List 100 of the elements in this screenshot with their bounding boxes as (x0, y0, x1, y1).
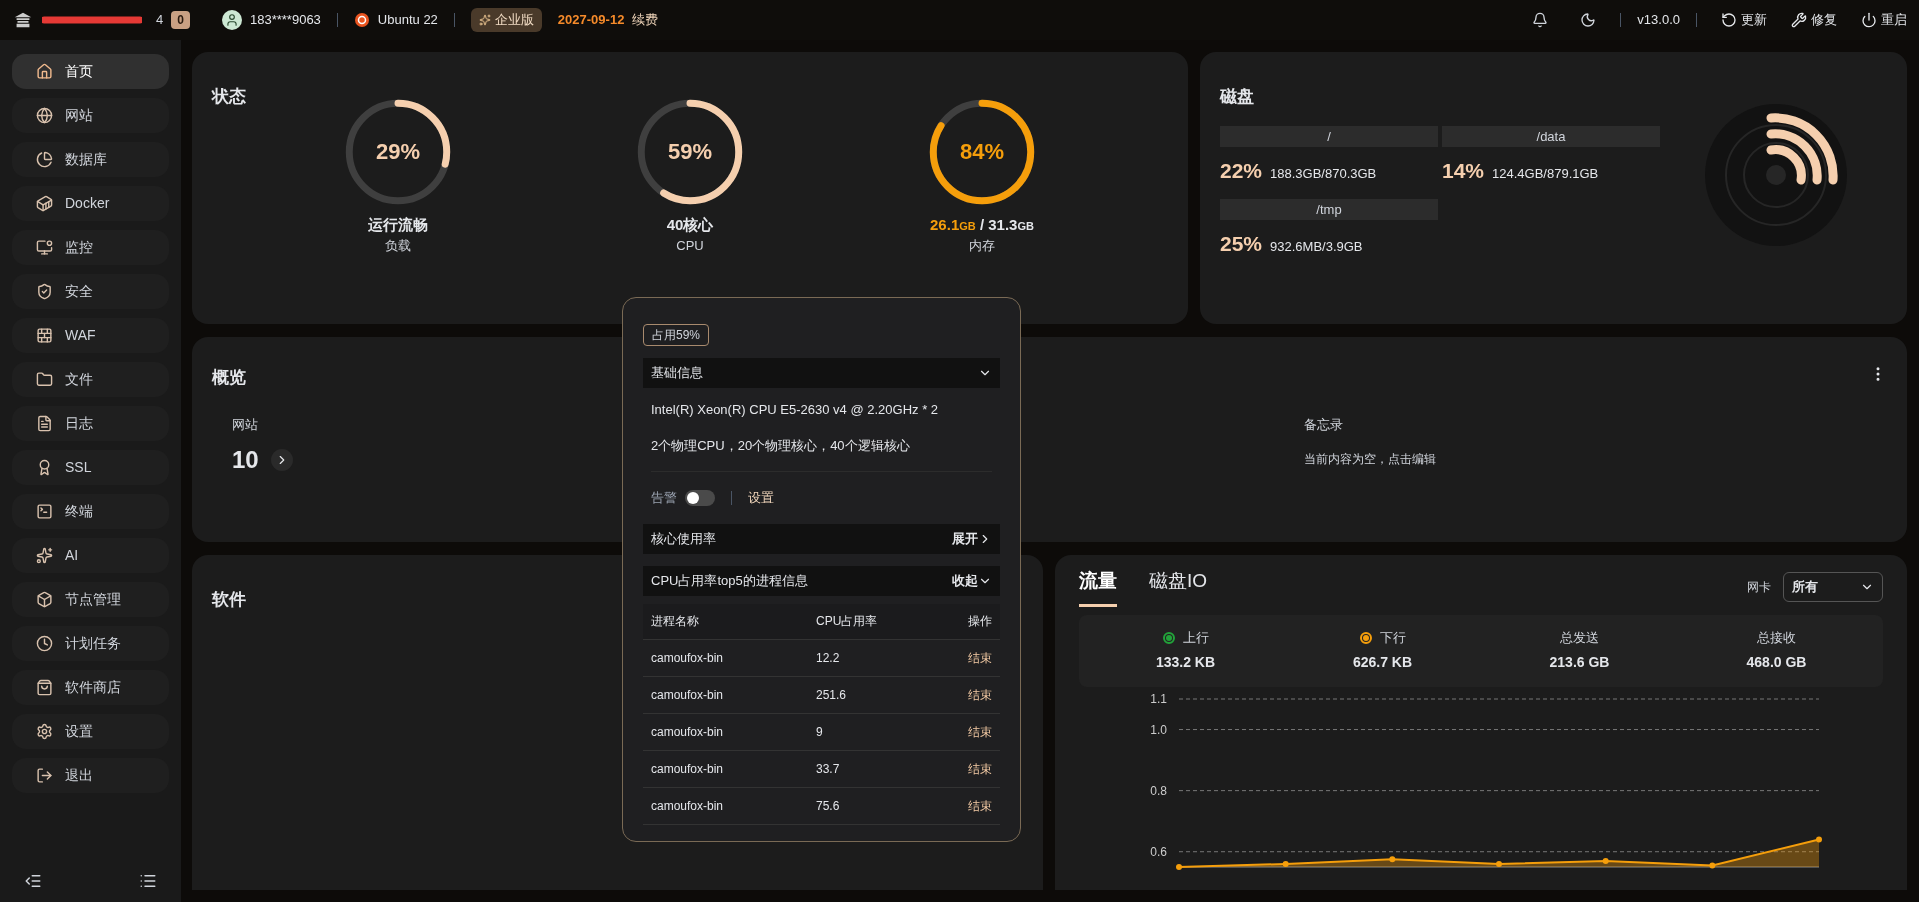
sidebar-item[interactable]: 数据库 (12, 142, 169, 177)
cpu-cores: 2个物理CPU，20个物理核心，40个逻辑核心 (650, 436, 911, 455)
terminal-icon (36, 503, 53, 520)
clock-icon (36, 635, 53, 652)
point (1709, 861, 1716, 868)
chevron-right-icon[interactable] (270, 449, 293, 471)
process-name: camoufox-bin (651, 649, 725, 667)
disk-usage: 932.6MB/3.9GB (1270, 238, 1363, 256)
section-header[interactable]: CPU占用率top5的进程信息 收起 (643, 565, 1000, 596)
power-icon (1861, 12, 1877, 28)
card-title: 磁盘 (1220, 86, 1255, 108)
section-header[interactable]: 基础信息 (643, 358, 1000, 388)
y-tick-label: 1.1 (1150, 691, 1167, 706)
sidebar-item[interactable]: 软件商店 (12, 670, 169, 705)
point (1496, 860, 1502, 867)
cpu-usage: 75.6 (816, 797, 841, 815)
os-logo-icon (353, 12, 370, 28)
mount-path: /data (1442, 125, 1660, 147)
section-header[interactable]: 核心使用率 展开 (643, 523, 1000, 554)
refresh-icon (1721, 12, 1737, 28)
stat-value: 213.6 GB (1549, 652, 1610, 672)
sidebar-item[interactable]: 设置 (12, 714, 169, 749)
end-process-link[interactable]: 结束 (932, 796, 992, 815)
sparkles-icon (36, 547, 53, 564)
disk-usage: 124.4GB/879.1GB (1492, 165, 1599, 183)
collapse-toggle[interactable]: 收起 (952, 570, 992, 591)
header-action-button[interactable]: 重启 (1861, 10, 1907, 30)
end-process-link[interactable]: 结束 (932, 722, 992, 741)
card-title: 状态 (212, 86, 247, 108)
gauge-value: 29% (375, 138, 420, 166)
expand-toggle[interactable]: 展开 (952, 528, 992, 549)
box-icon (36, 591, 53, 608)
end-process-link[interactable]: 结束 (932, 648, 992, 667)
mount-path: / (1220, 125, 1438, 147)
end-process-link[interactable]: 结束 (932, 759, 992, 778)
memo-text[interactable]: 当前内容为空，点击编辑 (1304, 450, 1436, 468)
sidebar-item[interactable]: 终端 (12, 494, 169, 529)
sidebar-item[interactable]: 监控 (12, 230, 169, 265)
sidebar-item[interactable]: 文件 (12, 362, 169, 397)
sidebar-item[interactable]: 网站 (12, 98, 169, 133)
container-icon (36, 195, 53, 212)
y-tick-label: 0.8 (1150, 783, 1167, 798)
process-name: camoufox-bin (651, 686, 725, 704)
renew-link[interactable]: 续费 (632, 10, 659, 30)
column-header: 操作 (967, 613, 992, 630)
gauge-label: 运行流畅 (368, 214, 428, 235)
gauge-sublabel: 负载 (385, 237, 411, 255)
header-action-button[interactable]: 更新 (1721, 10, 1767, 30)
stat-value: 133.2 KB (1155, 652, 1216, 672)
end-process-link[interactable]: 结束 (932, 685, 992, 704)
sidebar-item[interactable]: 首页 (12, 54, 169, 89)
sidebar-item[interactable]: WAF (12, 318, 169, 353)
disk-percent: 14% (1442, 158, 1485, 184)
memo-label: 备忘录 (1304, 415, 1344, 434)
header-action-button[interactable]: 修复 (1791, 10, 1837, 30)
collapse-sidebar-icon[interactable] (24, 872, 42, 890)
sidebar-item[interactable]: AI (12, 538, 169, 573)
settings-link[interactable]: 设置 (748, 488, 774, 508)
brand-text: 4 (156, 11, 164, 30)
tab[interactable]: 磁盘IO (1149, 567, 1208, 607)
sidebar-item[interactable]: SSL (12, 450, 169, 485)
nic-select[interactable]: 所有 (1783, 571, 1883, 602)
notification-bell-icon[interactable] (1532, 12, 1549, 28)
column-header: CPU占用率 (816, 613, 879, 630)
moon-icon[interactable] (1580, 12, 1597, 28)
disk-percent: 25% (1220, 231, 1263, 257)
cpu-model: Intel(R) Xeon(R) CPU E5-2630 v4 @ 2.20GHz * 2 (650, 401, 940, 419)
sidebar-item[interactable]: 节点管理 (12, 582, 169, 617)
sidebar-item[interactable]: 退出 (12, 758, 169, 793)
avatar-icon (222, 10, 242, 30)
stat-label: 网站 (232, 415, 259, 434)
shield-icon (36, 283, 53, 300)
gauge-value: 59% (667, 138, 712, 166)
wrench-icon (1791, 12, 1807, 28)
sidebar-item[interactable]: 计划任务 (12, 626, 169, 661)
process-name: camoufox-bin (651, 797, 725, 815)
settings-icon (36, 723, 53, 740)
sidebar-item[interactable]: 日志 (12, 406, 169, 441)
usage-badge: 占用59% (643, 324, 710, 346)
cpu-usage: 33.7 (816, 760, 841, 778)
os-name: Ubuntu 22 (377, 11, 438, 30)
menu-icon[interactable] (139, 872, 157, 890)
cpu-usage: 9 (816, 723, 824, 741)
cpu-usage: 251.6 (816, 686, 848, 704)
column-header: 进程名称 (651, 613, 700, 630)
home-icon (36, 63, 53, 80)
stat-value: 626.7 KB (1352, 652, 1413, 672)
point (1389, 855, 1396, 862)
process-name: camoufox-bin (651, 760, 725, 778)
tab[interactable]: 流量 (1079, 567, 1117, 607)
disk-icon (1705, 104, 1847, 246)
card-title: 概览 (212, 367, 246, 389)
stat-value: 10 (232, 445, 259, 475)
monitor-icon (36, 239, 53, 256)
gauge-label: 40核心 (666, 214, 714, 235)
alert-switch[interactable] (685, 489, 715, 506)
sidebar-item[interactable]: 安全 (12, 274, 169, 309)
sidebar-item[interactable]: Docker (12, 186, 169, 221)
memory-usage: 26.1GB / 31.3GB (930, 214, 1034, 235)
y-tick-label: 1.0 (1150, 722, 1167, 737)
